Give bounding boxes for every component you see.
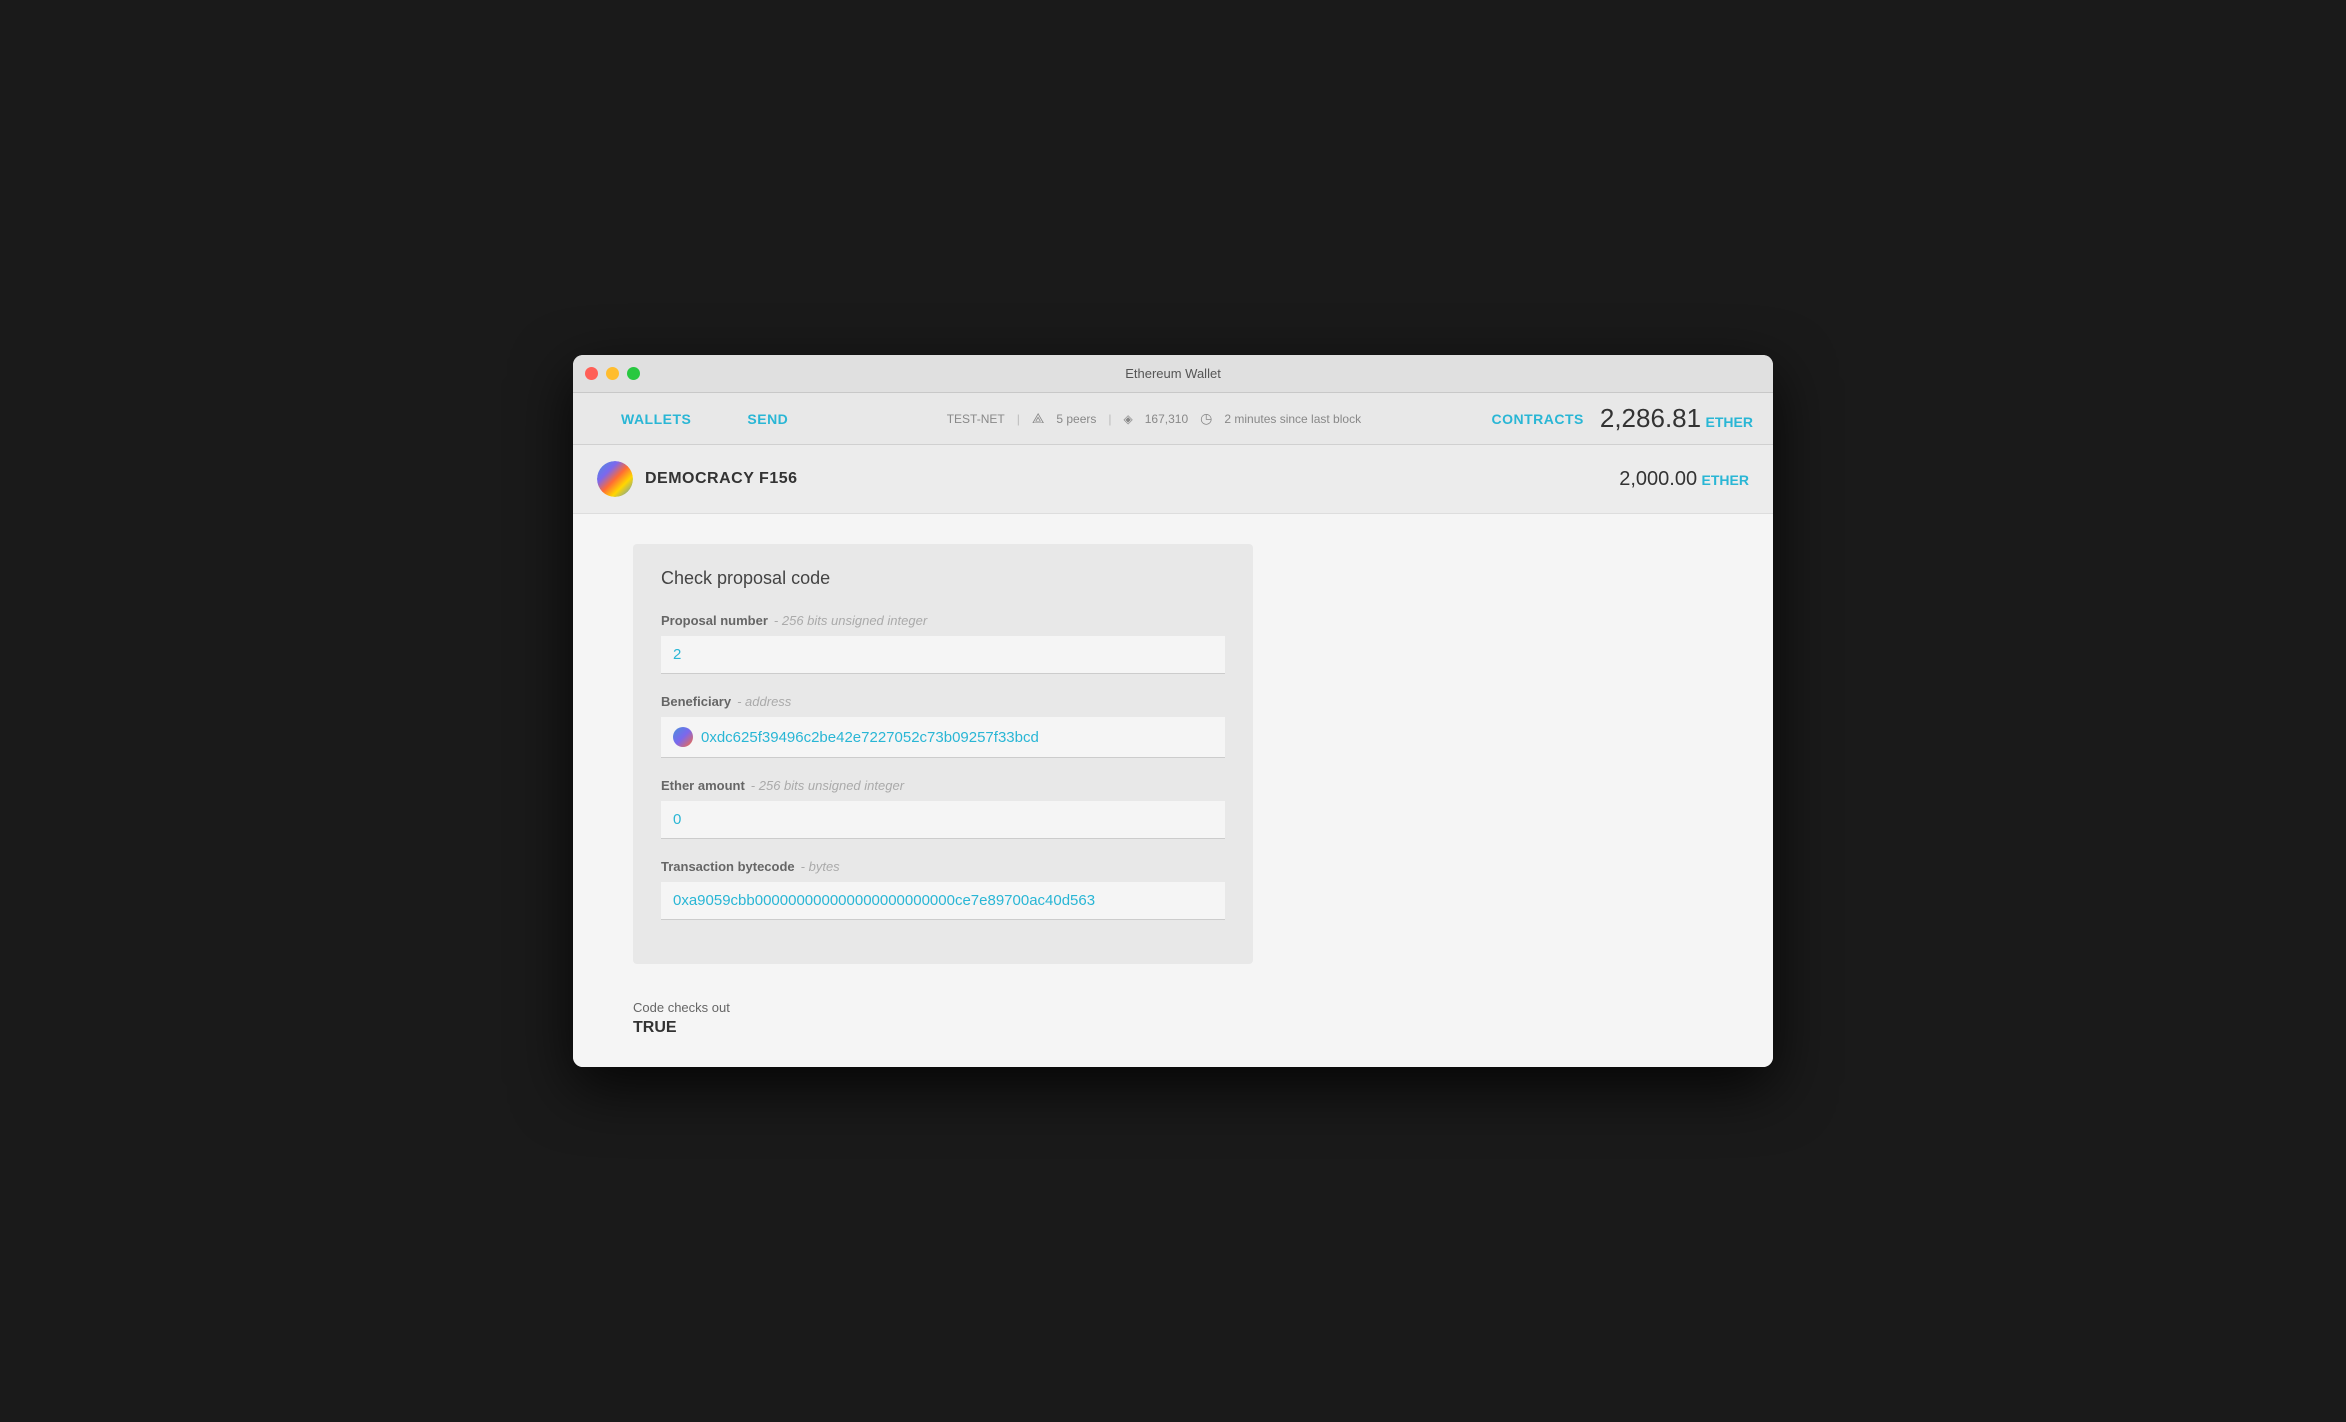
beneficiary-value-display: 0xdc625f39496c2be42e7227052c73b09257f33b… [661,717,1225,758]
proposal-number-field: Proposal number - 256 bits unsigned inte… [661,613,1225,674]
nav-send[interactable]: SEND [719,411,816,427]
account-balance-amount: 2,000.00 [1619,468,1697,490]
proposal-number-label: Proposal number - 256 bits unsigned inte… [661,613,1225,628]
minimize-button[interactable] [606,367,619,380]
result-value: TRUE [633,1019,1713,1037]
beneficiary-field: Beneficiary - address 0xdc625f39496c2be4… [661,694,1225,758]
separator-2: | [1108,412,1111,426]
beneficiary-avatar [673,727,693,747]
bytecode-type: - bytes [801,859,840,874]
nav-contracts[interactable]: CONTRACTS [1491,411,1583,427]
separator-1: | [1017,412,1020,426]
result-section: Code checks out TRUE [633,984,1713,1037]
account-name: DEMOCRACY F156 [645,470,798,488]
titlebar: Ethereum Wallet [573,355,1773,393]
maximize-button[interactable] [627,367,640,380]
bytecode-value: 0xa9059cbb000000000000000000000000ce7e89… [673,892,1095,909]
nav-network-info: TEST-NET | ⟁ 5 peers | ◈ 167,310 ◷ 2 min… [816,410,1491,427]
blocks-count: 167,310 [1145,412,1188,426]
bytecode-label: Transaction bytecode - bytes [661,859,1225,874]
navbar: WALLETS SEND TEST-NET | ⟁ 5 peers | ◈ 16… [573,393,1773,445]
proposal-card: Check proposal code Proposal number - 25… [633,544,1253,964]
ether-amount-value-display: 0 [661,801,1225,839]
main-content: DEMOCRACY F156 2,000.00 ETHER Check prop… [573,445,1773,1067]
network-label: TEST-NET [947,412,1005,426]
nav-balance-display: 2,286.81 ETHER [1600,403,1753,434]
app-window: Ethereum Wallet WALLETS SEND TEST-NET | … [573,355,1773,1067]
time-icon: ◷ [1200,410,1212,427]
time-since-block: 2 minutes since last block [1224,412,1361,426]
peers-icon: ⟁ [1032,410,1045,427]
ether-amount-label: Ether amount - 256 bits unsigned integer [661,778,1225,793]
ether-amount-field: Ether amount - 256 bits unsigned integer… [661,778,1225,839]
page-content: Check proposal code Proposal number - 25… [573,514,1773,1067]
bytecode-value-display: 0xa9059cbb000000000000000000000000ce7e89… [661,882,1225,920]
avatar-image [597,461,633,497]
nav-wallets[interactable]: WALLETS [593,411,719,427]
bytecode-field: Transaction bytecode - bytes 0xa9059cbb0… [661,859,1225,920]
traffic-lights [585,367,640,380]
beneficiary-address: 0xdc625f39496c2be42e7227052c73b09257f33b… [701,729,1039,746]
account-header: DEMOCRACY F156 2,000.00 ETHER [573,445,1773,514]
nav-balance-unit: ETHER [1706,414,1753,430]
account-balance-display: 2,000.00 ETHER [1619,468,1749,491]
close-button[interactable] [585,367,598,380]
beneficiary-type: - address [737,694,791,709]
nav-balance-amount: 2,286.81 [1600,403,1701,433]
ether-amount-type: - 256 bits unsigned integer [751,778,904,793]
peers-count: 5 peers [1056,412,1096,426]
proposal-number-value: 2 [661,636,1225,674]
account-info-left: DEMOCRACY F156 [597,461,798,497]
result-label: Code checks out [633,1000,1713,1015]
nav-right: CONTRACTS 2,286.81 ETHER [1491,403,1753,434]
proposal-number-type: - 256 bits unsigned integer [774,613,927,628]
account-balance-unit: ETHER [1702,472,1749,488]
blocks-icon: ◈ [1124,412,1133,426]
account-avatar [597,461,633,497]
ether-amount-value: 0 [673,811,681,828]
beneficiary-label: Beneficiary - address [661,694,1225,709]
window-title: Ethereum Wallet [1125,366,1221,381]
card-title: Check proposal code [661,568,1225,589]
